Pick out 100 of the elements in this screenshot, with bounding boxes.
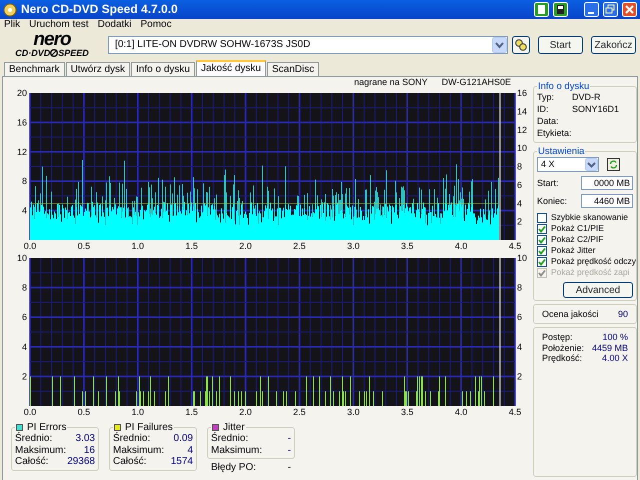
checkbox-label: Pokaż C1/PIE	[551, 224, 604, 234]
stat-value: -	[288, 462, 291, 474]
stat-label: Maksimum:	[113, 444, 164, 456]
axis-tick-label: 2	[22, 371, 27, 382]
stat-value: -	[288, 444, 291, 456]
axis-tick-label: 2.5	[293, 407, 306, 417]
axis-tick-label: 4.0	[454, 241, 468, 251]
checkbox[interactable]	[537, 234, 547, 244]
checkbox[interactable]	[537, 212, 547, 222]
axis-tick-label: 8	[22, 176, 27, 186]
axis-tick-label: 8	[22, 282, 27, 293]
logo-wordmark: nero	[33, 32, 71, 48]
checkbox-label: Pokaż prędkość zapi	[551, 268, 630, 278]
checkbox[interactable]	[537, 246, 547, 256]
tab[interactable]: Jakość dysku	[196, 60, 266, 76]
swap-button[interactable]	[512, 36, 530, 54]
axis-tick-label: 6	[517, 312, 522, 322]
axis-tick-label: 0.5	[78, 241, 90, 251]
quality-label: Ocena jakości	[542, 309, 599, 320]
stat-label: Maksimum:	[15, 444, 66, 456]
axis-tick-label: 8	[517, 282, 522, 293]
menu-item[interactable]: Dodatki	[98, 19, 132, 31]
caret-icon	[585, 158, 598, 171]
stat-value: -	[288, 433, 291, 444]
axis-tick-label: 1.0	[132, 407, 144, 417]
axis-tick-label: 0.0	[24, 407, 36, 417]
axis-tick-label: 1.0	[132, 241, 144, 251]
tab[interactable]: ScanDisc	[266, 62, 320, 76]
info-label: Typ:	[537, 92, 556, 104]
checkbox-label: Pokaż prędkość odczy	[551, 256, 636, 266]
axis-tick-label: 14	[517, 106, 528, 116]
quality-score: 90	[618, 309, 628, 320]
group-title: PI Failures	[125, 422, 173, 433]
start-button[interactable]: Start	[538, 36, 583, 54]
stat-label: Średnio:	[15, 433, 52, 444]
axis-tick-label: 16	[16, 117, 27, 128]
progress-label: Prędkość:	[542, 353, 582, 364]
axis-tick-label: 20	[16, 88, 27, 98]
tab[interactable]: Utwórz dysk	[66, 62, 130, 76]
tab[interactable]: Info o dysku	[131, 62, 195, 76]
axis-tick-label: 12	[16, 146, 27, 157]
group-title: PI Errors	[27, 422, 66, 433]
axis-tick-label: 4	[22, 342, 27, 352]
axis-tick-label: 1.5	[185, 407, 198, 417]
axis-tick-label: 3.5	[400, 241, 414, 251]
logo-text: CD·DVD	[15, 48, 50, 58]
refresh-icon[interactable]	[607, 158, 620, 171]
axis-tick-label: 6	[22, 312, 27, 322]
tab[interactable]: Benchmark	[4, 62, 65, 76]
speed-dropdown[interactable]: 4 X	[537, 157, 599, 172]
stat-value: 16	[84, 444, 95, 456]
axis-tick-label: 4.5	[508, 241, 522, 251]
axis-tick-label: 3.0	[347, 407, 360, 417]
info-label: ID:	[537, 104, 550, 116]
axis-tick-label: 3.0	[347, 241, 360, 251]
checkbox-label: Pokaż Jitter	[551, 246, 596, 256]
progress-value: 4.00 X	[602, 353, 628, 364]
axis-tick-label: 4	[517, 198, 522, 208]
checkbox[interactable]	[537, 256, 547, 266]
stat-value: 29368	[67, 456, 95, 468]
axis-tick-label: 4	[22, 206, 27, 216]
group-title: Ustawienia	[537, 146, 586, 157]
restore-icon[interactable]	[603, 2, 618, 17]
axis-tick-label: 0.5	[78, 407, 90, 417]
discs-icon	[514, 39, 527, 51]
close-icon[interactable]	[622, 2, 637, 17]
progress-value: 100 %	[602, 332, 628, 343]
disc-icon	[50, 49, 58, 57]
field-label: Koniec:	[537, 196, 568, 206]
exit-button[interactable]: Zakończ	[590, 36, 636, 54]
menu-item[interactable]: Uruchom test	[29, 19, 89, 31]
axis-tick-label: 8	[517, 162, 522, 172]
stat-label: Maksimum:	[211, 444, 262, 456]
menu-item[interactable]: Plik	[4, 19, 20, 31]
window-title: Nero CD-DVD Speed 4.7.0.0	[21, 2, 179, 16]
chart-caption: DW-G121AHS0E	[442, 77, 511, 86]
stat-value: 4	[187, 444, 193, 456]
axis-tick-label: 2.5	[293, 241, 306, 251]
group-title: Info o dysku	[537, 81, 590, 92]
info-label: Etykieta:	[537, 128, 572, 140]
axis-tick-label: 2	[517, 371, 522, 382]
stat-label: Średnio:	[211, 433, 248, 444]
document-icon[interactable]	[534, 2, 549, 17]
axis-tick-label: 1.5	[185, 241, 198, 251]
minimize-icon[interactable]	[584, 2, 599, 17]
input-field[interactable]: 4460 MB	[581, 194, 633, 208]
axis-tick-label: 0.0	[24, 241, 36, 251]
axis-tick-label: 12	[517, 124, 528, 135]
menu-item[interactable]: Pomoc	[140, 19, 172, 31]
axis-tick-label: 4.0	[454, 407, 468, 417]
group-title: Jitter	[223, 422, 245, 433]
input-field[interactable]: 0000 MB	[581, 176, 633, 190]
checkbox[interactable]	[537, 224, 547, 234]
stat-label: Całość:	[15, 456, 48, 468]
stat-label: Średnio:	[113, 433, 150, 444]
axis-tick-label: 2	[517, 216, 522, 227]
advanced-button[interactable]: Advanced	[563, 282, 633, 298]
info-value: DVD-R	[572, 92, 600, 104]
drive-dropdown[interactable]: [0:1] LITE-ON DVDRW SOHW-1673S JS0D	[108, 36, 508, 54]
progress-label: Położenie:	[542, 342, 584, 354]
